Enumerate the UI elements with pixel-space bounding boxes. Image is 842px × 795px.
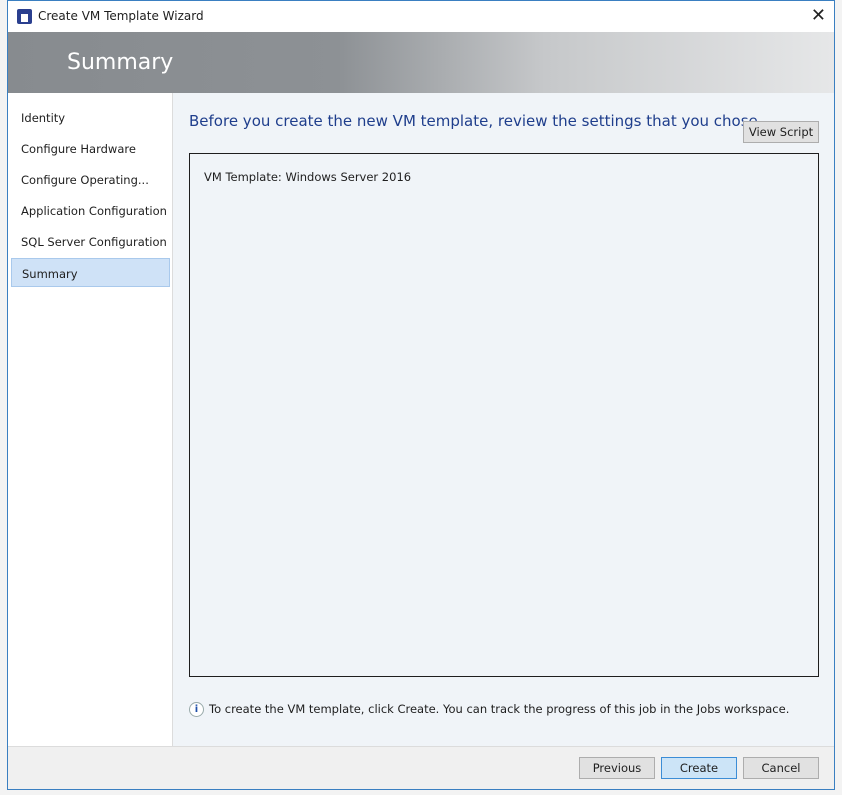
wizard-steps-sidebar: Identity Configure Hardware Configure Op…: [8, 93, 173, 746]
create-vm-template-wizard-dialog: Create VM Template Wizard ✕ Summary Iden…: [7, 0, 835, 790]
window-title: Create VM Template Wizard: [38, 9, 204, 23]
summary-box: VM Template: Windows Server 2016: [189, 153, 819, 677]
sidebar-item-configure-hardware[interactable]: Configure Hardware: [11, 134, 170, 163]
sidebar-item-application-configuration[interactable]: Application Configuration: [11, 196, 170, 225]
wizard-header: Summary: [8, 32, 834, 93]
info-message: i To create the VM template, click Create…: [189, 702, 789, 717]
previous-button[interactable]: Previous: [579, 757, 655, 779]
sidebar-item-configure-operating-system[interactable]: Configure Operating...: [11, 165, 170, 194]
summary-heading: Before you create the new VM template, r…: [189, 112, 758, 130]
info-icon: i: [189, 702, 204, 717]
summary-content: Before you create the new VM template, r…: [173, 93, 834, 746]
app-icon: [17, 9, 32, 24]
page-title: Summary: [67, 50, 174, 75]
info-text: To create the VM template, click Create.…: [209, 702, 790, 716]
create-button[interactable]: Create: [661, 757, 737, 779]
cancel-button[interactable]: Cancel: [743, 757, 819, 779]
title-bar: Create VM Template Wizard ✕: [8, 1, 834, 32]
wizard-footer: Previous Create Cancel: [8, 746, 834, 789]
summary-text: VM Template: Windows Server 2016: [204, 170, 412, 184]
sidebar-item-sql-server-configuration[interactable]: SQL Server Configuration: [11, 227, 170, 256]
close-icon[interactable]: ✕: [811, 5, 826, 26]
sidebar-item-summary[interactable]: Summary: [11, 258, 170, 287]
view-script-button[interactable]: View Script: [743, 121, 819, 143]
sidebar-item-identity[interactable]: Identity: [11, 103, 170, 132]
